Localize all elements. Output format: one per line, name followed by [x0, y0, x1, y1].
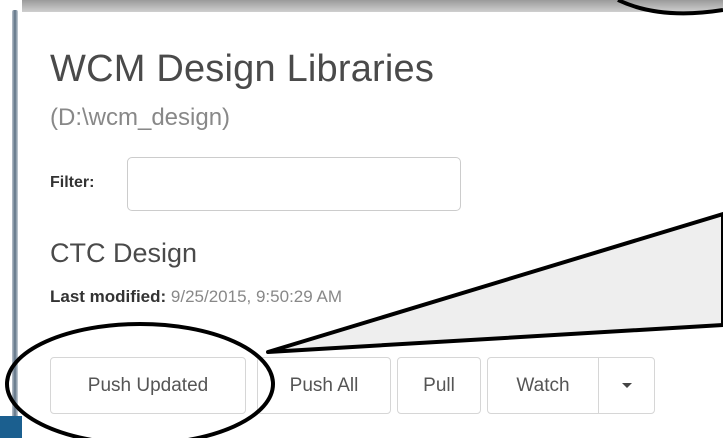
last-modified-label: Last modified:: [50, 287, 167, 306]
design-libraries-panel: WCM Design Libraries (D:\wcm_design) Fil…: [22, 12, 723, 438]
filter-input[interactable]: [127, 157, 461, 211]
page-title: WCM Design Libraries: [50, 48, 435, 90]
window-top-frame: [0, 0, 723, 12]
filter-label: Filter:: [50, 174, 95, 191]
pull-button[interactable]: Pull: [397, 357, 481, 414]
library-path: (D:\wcm_design): [50, 104, 231, 131]
watch-button[interactable]: Watch: [487, 357, 599, 414]
push-updated-button[interactable]: Push Updated: [50, 357, 246, 414]
left-edge: [0, 0, 22, 438]
watch-dropdown-button[interactable]: [598, 357, 655, 414]
push-all-button[interactable]: Push All: [257, 357, 391, 414]
library-name: CTC Design: [50, 238, 198, 268]
last-modified: Last modified: 9/25/2015, 9:50:29 AM: [50, 287, 342, 307]
panel-left-border: [12, 10, 18, 438]
caret-down-icon: [621, 383, 632, 388]
last-modified-value: 9/25/2015, 9:50:29 AM: [170, 287, 342, 306]
screenshot-stage: WCM Design Libraries (D:\wcm_design) Fil…: [0, 0, 723, 438]
